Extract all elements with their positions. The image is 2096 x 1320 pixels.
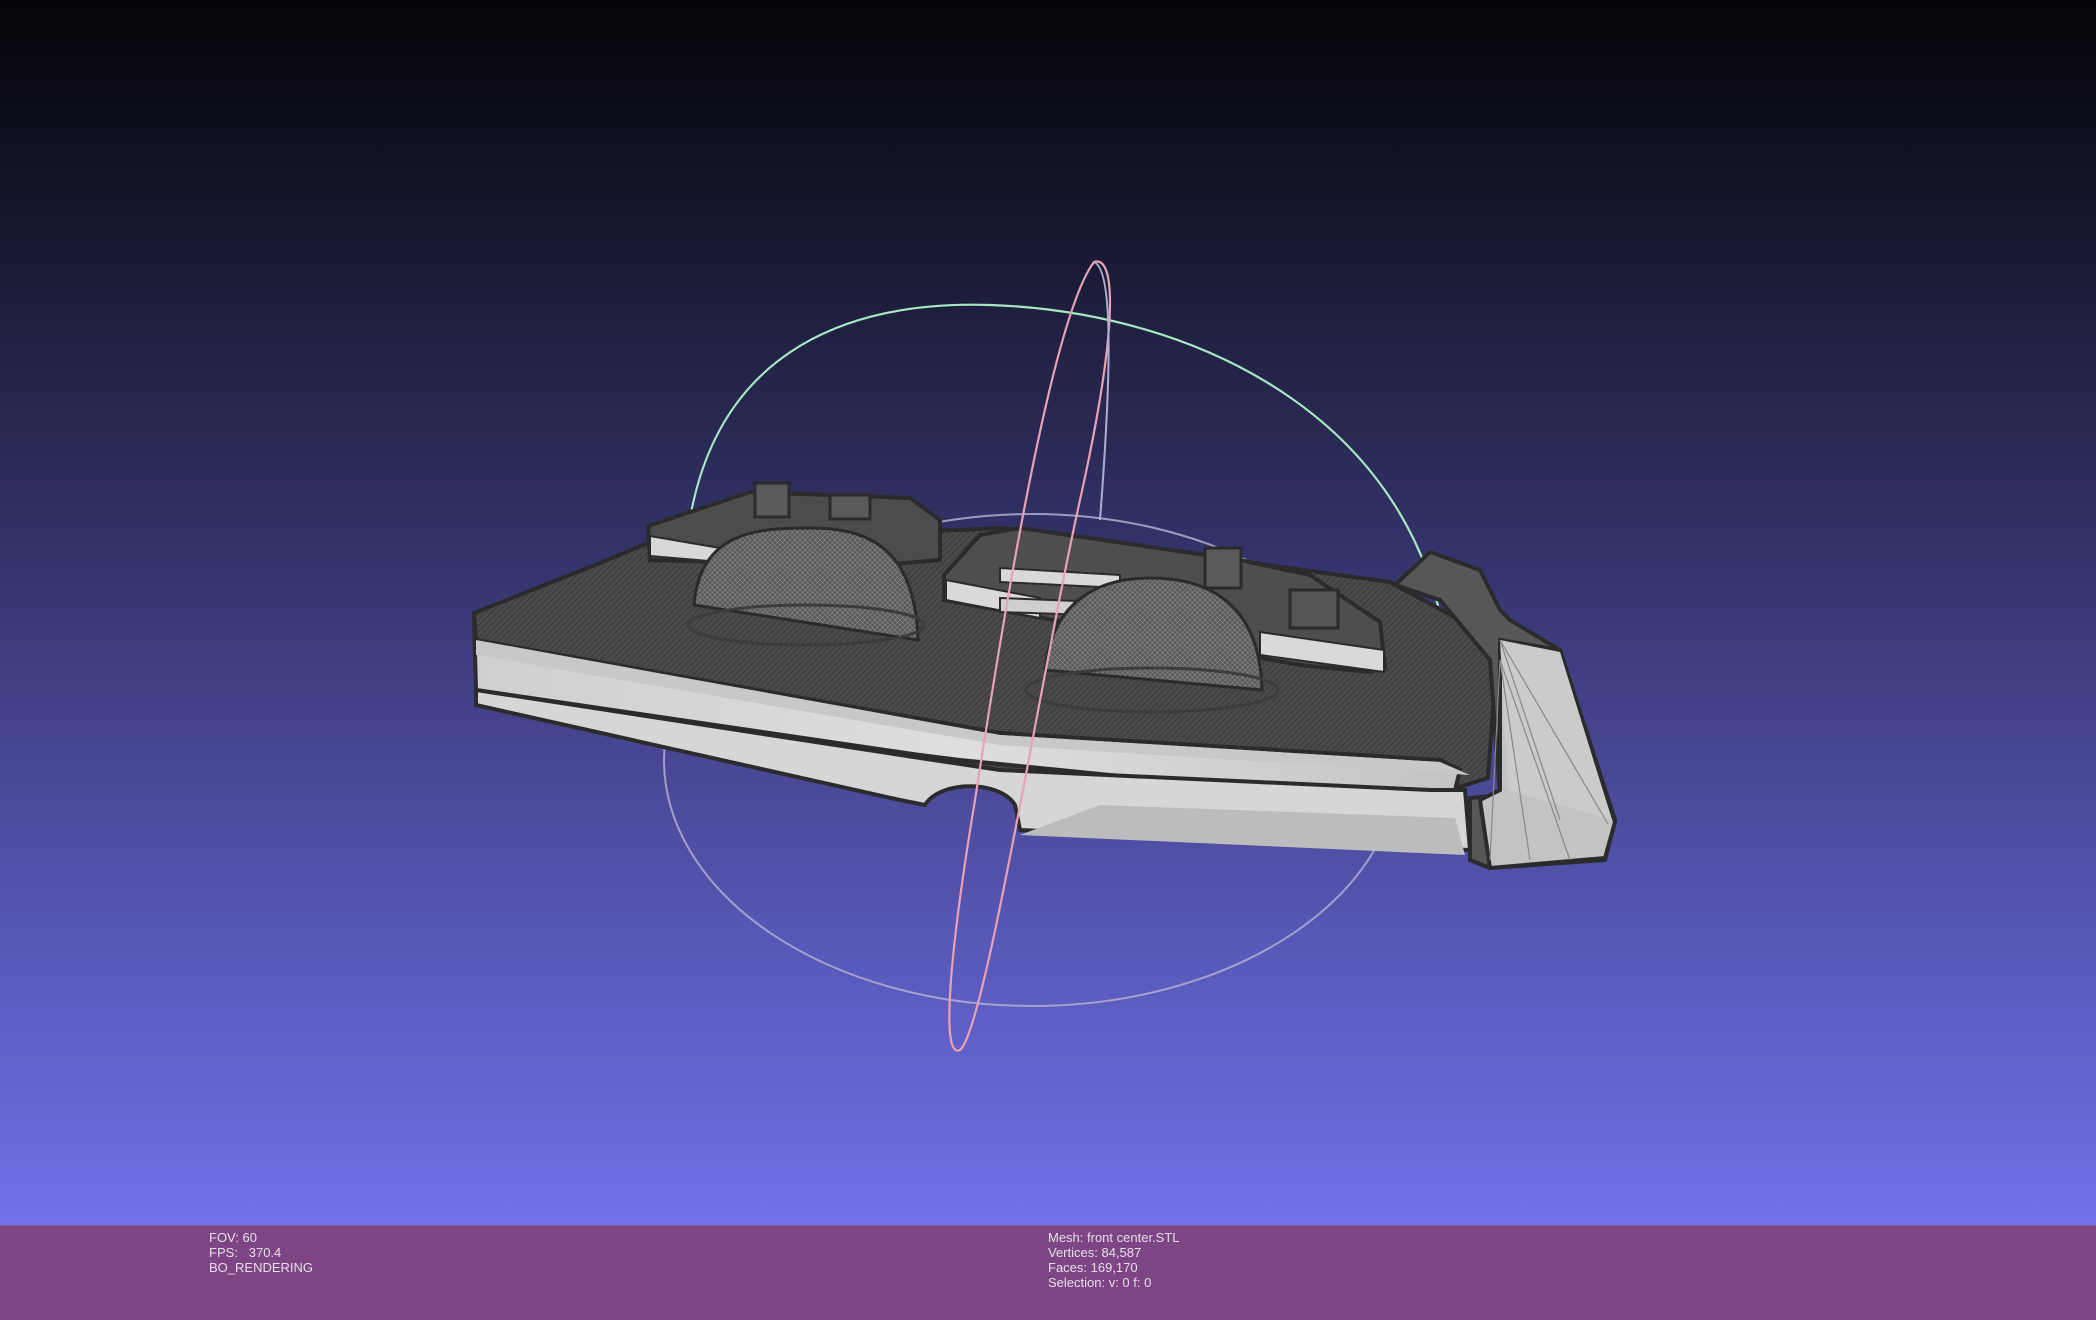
selection-text: Selection: v: 0 f: 0 (1048, 1275, 1152, 1290)
fps-text: FPS: 370.4 (209, 1245, 313, 1260)
render-stats: FOV: 60 FPS: 370.4 BO_RENDERING (209, 1230, 313, 1275)
vertices-text: Vertices: 84,587 (1048, 1245, 1142, 1260)
mesh-scene[interactable] (0, 0, 2096, 1320)
faces-text: Faces: 169,170 (1048, 1260, 1138, 1275)
info-bar: FOV: 60 FPS: 370.4 BO_RENDERING Mesh: fr… (0, 1225, 2096, 1320)
fps-label: FPS: (209, 1245, 238, 1260)
3d-viewport[interactable]: FOV: 60 FPS: 370.4 BO_RENDERING Mesh: fr… (0, 0, 2096, 1320)
rendering-mode-text: BO_RENDERING (209, 1260, 314, 1275)
fov-text: FOV: 60 (209, 1230, 257, 1245)
mesh-name-text: Mesh: front center.STL (1048, 1230, 1180, 1245)
mesh-stats: Mesh: front center.STL Vertices: 84,587 … (1048, 1230, 1180, 1290)
fps-value: 370.4 (248, 1245, 282, 1260)
